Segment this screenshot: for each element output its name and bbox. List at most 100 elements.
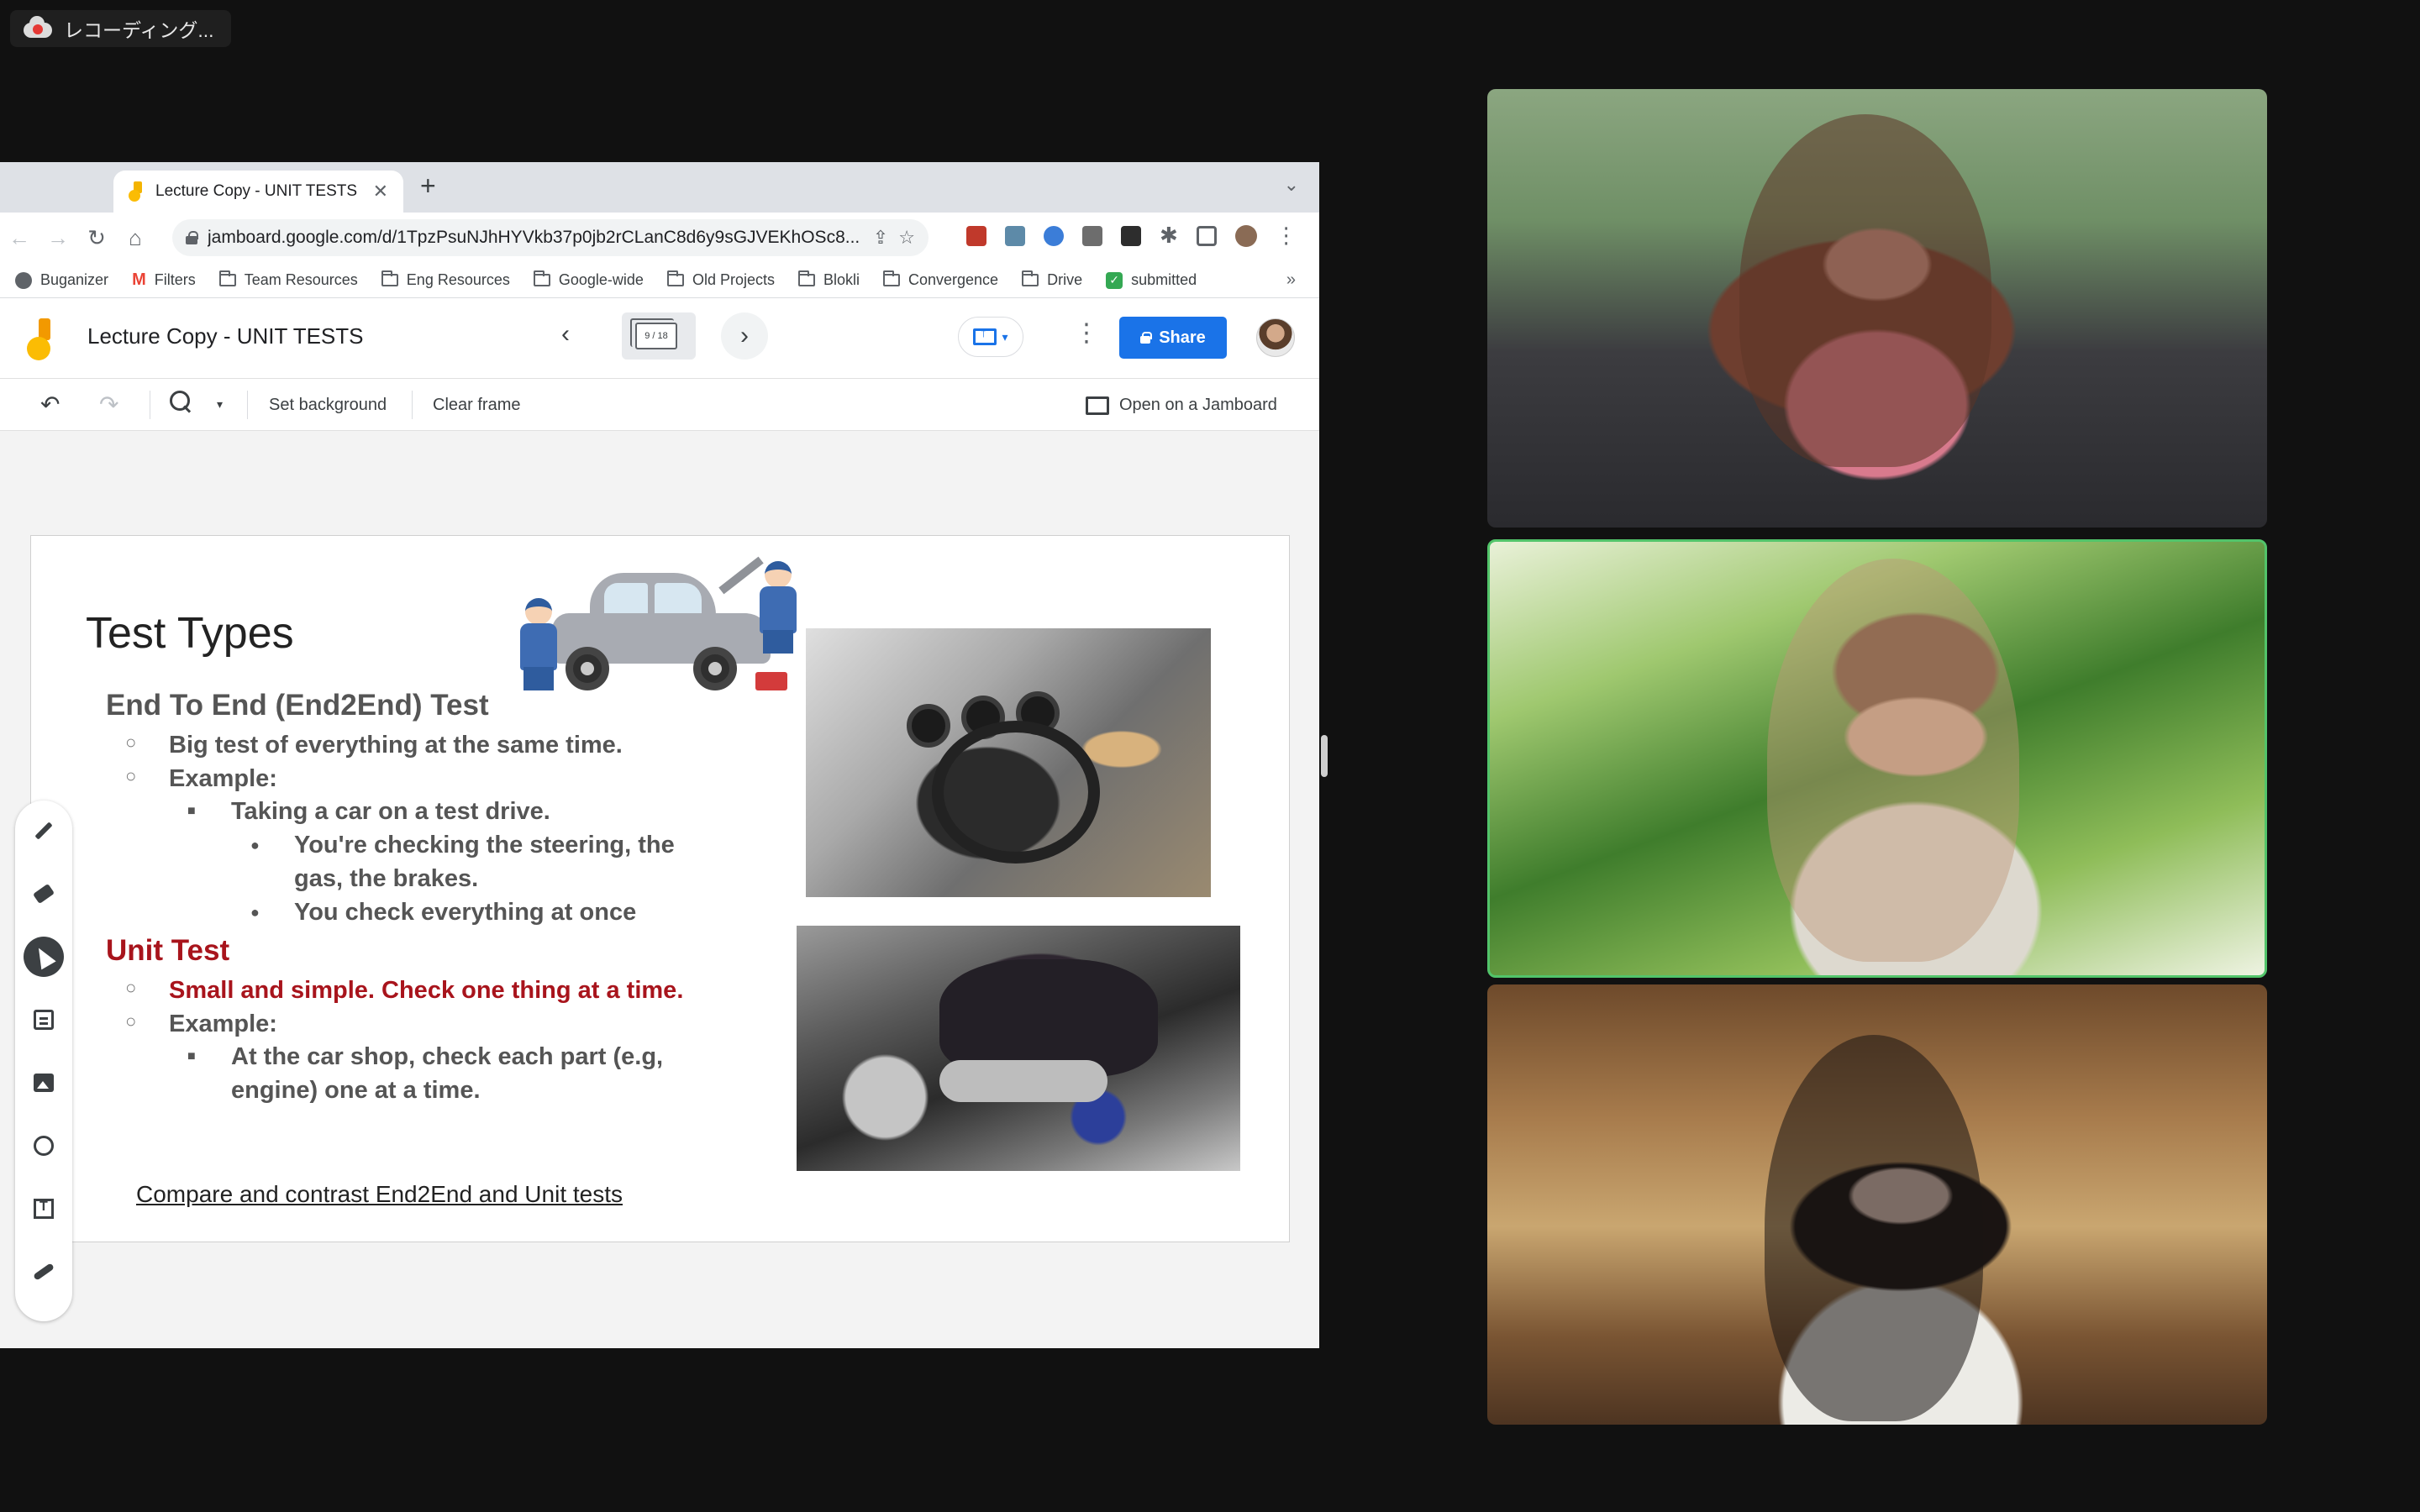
folder-icon <box>218 270 236 286</box>
bookmark-buganizer[interactable]: Buganizer <box>15 271 108 289</box>
bookmark-eng-resources[interactable]: Eng Resources <box>381 270 510 289</box>
e2e-heading: End To End (End2End) Test <box>106 689 489 722</box>
side-panel-icon[interactable] <box>1196 225 1217 246</box>
previous-frame-icon[interactable]: ‹ <box>561 320 570 349</box>
eraser-tool[interactable] <box>24 874 64 914</box>
dash-gauge <box>907 704 950 748</box>
reload-icon[interactable]: ↻ <box>77 225 116 251</box>
sticky-note-tool[interactable] <box>24 1000 64 1040</box>
browser-profile-avatar[interactable] <box>1234 224 1257 247</box>
sticky-note-icon <box>34 1010 54 1030</box>
kebab-icon[interactable]: ⋮ <box>1074 318 1099 348</box>
mechanic-figure <box>518 598 557 690</box>
address-bar[interactable]: jamboard.google.com/d/1TpzPsuNJhHYVkb37p… <box>172 219 929 256</box>
new-tab-icon[interactable]: + <box>420 171 436 202</box>
compare-link[interactable]: Compare and contrast End2End and Unit te… <box>136 1181 623 1208</box>
extension-icon[interactable] <box>1005 225 1025 246</box>
buganizer-icon <box>15 271 32 289</box>
next-frame-icon[interactable]: › <box>721 312 768 360</box>
e2e-sub-1: Taking a car on a test drive. <box>187 795 550 828</box>
tool-rail <box>15 801 72 1321</box>
zoom-chevron-down-icon[interactable]: ▾ <box>217 397 223 412</box>
image-tool[interactable] <box>24 1063 64 1103</box>
bookmark-star-icon[interactable]: ☆ <box>898 227 915 249</box>
shared-screen: Lecture Copy - UNIT TESTS - ✕ + ⌄ ← → ↻ … <box>0 162 1319 1348</box>
share-page-icon[interactable]: ⇪ <box>873 227 888 249</box>
extension-icon[interactable] <box>1044 225 1064 246</box>
select-tool[interactable] <box>24 937 64 977</box>
back-icon[interactable]: ← <box>0 225 39 251</box>
bookmark-convergence[interactable]: Convergence <box>883 270 998 289</box>
bookmark-drive[interactable]: Drive <box>1022 270 1082 289</box>
recording-label: レコーディング... <box>64 19 214 41</box>
shape-tool[interactable] <box>24 1126 64 1166</box>
engine-cover <box>939 959 1158 1077</box>
car-window <box>655 583 702 613</box>
e2e-detail-1-line-b: gas, the brakes. <box>294 865 479 892</box>
e2e-bullet-2: Example: <box>125 765 277 793</box>
frame-counter: 9 / 18 <box>630 318 677 349</box>
participant-video-3[interactable] <box>1487 984 2267 1425</box>
laser-icon <box>33 1263 55 1281</box>
select-icon <box>31 943 56 970</box>
forward-icon[interactable]: → <box>39 225 77 251</box>
open-on-jamboard-button[interactable]: Open on a Jamboard <box>1086 396 1277 415</box>
browser-menu-kebab-icon[interactable]: ⋮ <box>1276 223 1297 249</box>
folder-icon <box>533 270 550 286</box>
bookmarks-overflow-icon[interactable]: » <box>1286 270 1296 290</box>
tab-close-icon[interactable]: ✕ <box>373 181 388 202</box>
puzzle-extensions-icon[interactable]: ✱ <box>1160 223 1178 249</box>
lock-icon <box>186 231 198 244</box>
mechanic-figure <box>758 561 797 654</box>
pen-tool[interactable] <box>24 811 64 851</box>
test-drive-photo[interactable] <box>806 628 1211 897</box>
tab-search-chevron-icon[interactable]: ⌄ <box>1284 174 1299 196</box>
jamboard-header: Lecture Copy - UNIT TESTS ‹ 9 / 18 › ▾ ⋮… <box>0 298 1319 379</box>
url-text: jamboard.google.com/d/1TpzPsuNJhHYVkb37p… <box>208 228 860 247</box>
engine-pipe <box>939 1060 1107 1102</box>
share-button[interactable]: Share <box>1119 317 1227 359</box>
jamboard-canvas[interactable]: Test Types End To End (End2End) Test Big… <box>0 431 1319 1348</box>
document-title[interactable]: Lecture Copy - UNIT TESTS <box>87 323 363 349</box>
bookmark-submitted[interactable]: ✓ submitted <box>1106 271 1197 289</box>
extension-icon[interactable] <box>966 225 986 246</box>
unit-heading: Unit Test <box>106 934 230 967</box>
recording-indicator[interactable]: レコーディング... <box>10 10 231 47</box>
e2e-bullet-1: Big test of everything at the same time. <box>125 732 623 759</box>
browser-tab-active[interactable]: Lecture Copy - UNIT TESTS - ✕ <box>113 171 403 213</box>
textbox-tool[interactable] <box>24 1189 64 1229</box>
share-resize-handle[interactable] <box>1321 735 1328 777</box>
jam-frame[interactable]: Test Types End To End (End2End) Test Big… <box>30 535 1290 1242</box>
bookmark-google-wide[interactable]: Google-wide <box>533 270 644 289</box>
present-icon <box>973 326 997 345</box>
bookmark-team-resources[interactable]: Team Resources <box>218 270 358 289</box>
bookmark-filters[interactable]: M Filters <box>132 270 196 290</box>
clear-frame-button[interactable]: Clear frame <box>433 396 520 415</box>
zoom-icon[interactable] <box>170 391 192 412</box>
eraser-icon <box>32 883 55 905</box>
mechanics-car-illustration[interactable] <box>502 554 821 696</box>
undo-icon[interactable]: ↶ <box>40 391 60 418</box>
textbox-icon <box>34 1199 54 1219</box>
toolbar-divider <box>247 391 248 419</box>
car-hood <box>718 556 764 595</box>
frame-bar-toggle[interactable]: 9 / 18 <box>622 312 696 360</box>
share-label: Share <box>1159 328 1206 347</box>
engine-photo[interactable] <box>797 926 1240 1171</box>
home-icon[interactable]: ⌂ <box>116 225 155 251</box>
bookmark-blokli[interactable]: Blokli <box>797 270 860 289</box>
present-button[interactable]: ▾ <box>958 317 1023 357</box>
gmail-icon: M <box>132 270 146 289</box>
laser-tool[interactable] <box>24 1252 64 1292</box>
participant-video-1[interactable] <box>1487 89 2267 528</box>
bookmark-old-projects[interactable]: Old Projects <box>666 270 775 289</box>
set-background-button[interactable]: Set background <box>269 396 387 415</box>
extension-icon[interactable] <box>1121 225 1141 246</box>
extension-icon[interactable] <box>1082 225 1102 246</box>
unit-sub-1: At the car shop, check each part (e.g, e… <box>187 1040 663 1107</box>
account-avatar[interactable] <box>1256 318 1295 357</box>
lock-icon <box>1140 332 1153 344</box>
participant-video-active-speaker[interactable] <box>1487 539 2267 978</box>
redo-icon[interactable]: ↷ <box>99 391 118 418</box>
circle-icon <box>34 1136 54 1156</box>
